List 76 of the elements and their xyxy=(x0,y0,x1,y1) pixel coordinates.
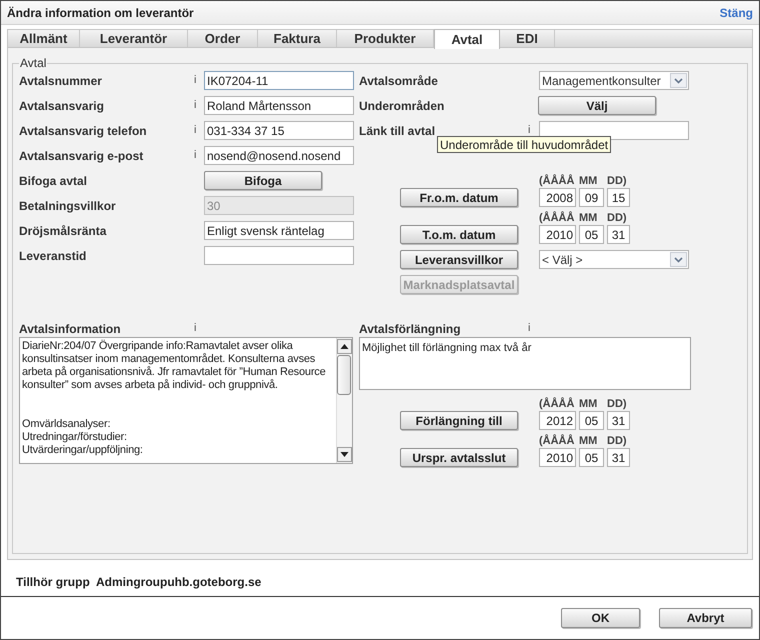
select-button[interactable]: Välj xyxy=(538,96,656,115)
info-icon[interactable]: i xyxy=(528,320,539,337)
info-icon[interactable]: i xyxy=(194,147,204,164)
field-label: Avtalsförlängning xyxy=(359,320,462,338)
input-field[interactable]: 031-334 37 15 xyxy=(204,121,354,140)
field-label: Betalningsvillkor xyxy=(19,198,117,214)
tab[interactable]: Avtal xyxy=(434,29,500,49)
group-text: Tillhör grupp Admingroupuhb.goteborg.se xyxy=(16,574,262,591)
input-field[interactable]: Enligt svensk räntelag xyxy=(204,221,354,240)
input-field[interactable]: 15 xyxy=(607,188,630,207)
field-label: Avtalsansvarig xyxy=(19,98,105,114)
date-button[interactable]: Urspr. avtalsslut xyxy=(400,448,518,467)
info-icon[interactable]: i xyxy=(194,320,204,337)
delivery-terms-button[interactable]: Leveransvillkor xyxy=(400,250,518,269)
date-format-label: DD) xyxy=(607,212,627,224)
date-format-label: MM xyxy=(579,212,598,224)
date-format-label: (ÅÅÅÅ xyxy=(539,436,576,446)
date-format-label: (ÅÅÅÅ xyxy=(539,212,576,224)
field-label: Avtalsinformation xyxy=(19,320,122,338)
field-label: Dröjsmålsränta xyxy=(19,222,108,240)
input-field[interactable]: 05 xyxy=(579,225,604,244)
input-field[interactable]: 2012 xyxy=(539,411,576,430)
input-field[interactable]: 2010 xyxy=(539,448,576,467)
field-label: Länk till avtal xyxy=(359,122,436,140)
input-field[interactable] xyxy=(204,246,354,265)
dialog-button[interactable]: Avbryt xyxy=(659,608,752,628)
dropdown[interactable]: Managementkonsulter xyxy=(539,71,689,90)
date-button[interactable]: Fr.o.m. datum xyxy=(400,188,518,207)
text-area[interactable]: Möjlighet till förlängning max två år xyxy=(359,337,691,390)
field-label: Avtalsansvarig e-post xyxy=(19,148,144,164)
dropdown[interactable]: < Välj > xyxy=(539,250,689,269)
field-label: Avtalsansvarig telefon xyxy=(19,122,148,140)
field-label: Underområden xyxy=(359,98,446,114)
date-format-label: MM xyxy=(579,176,598,186)
input-field[interactable]: 31 xyxy=(607,448,630,467)
date-format-label: DD) xyxy=(607,436,627,446)
input-field[interactable]: 2008 xyxy=(539,188,576,207)
chevron-down-icon xyxy=(670,252,687,267)
input-field[interactable]: 31 xyxy=(607,411,630,430)
date-format-label: (ÅÅÅÅ xyxy=(539,176,576,186)
input-field[interactable]: 05 xyxy=(579,411,604,430)
input-field[interactable] xyxy=(539,121,689,140)
input-field[interactable]: Roland Mårtensson xyxy=(204,96,354,115)
text-area[interactable]: DiarieNr:204/07 Övergripande info:Ramavtalet avser olika konsultinsatser inom managementområdet. Konsulterna avses arbeta på organisationsnivå. Jfr ramavtalet för ”Human Resource konsulter” som avses arbeta på individ- och gruppnivå. Omvärldsanalyser: Utredningar/förstudier: Utvärderingar/uppföljning: xyxy=(19,337,353,464)
info-icon[interactable]: i xyxy=(528,122,539,139)
input-field[interactable]: 05 xyxy=(579,448,604,467)
date-format-label: MM xyxy=(579,436,598,446)
input-field[interactable]: IK07204-11 xyxy=(204,71,354,90)
window-title: Ändra information om leverantör xyxy=(7,4,194,22)
date-format-label: (ÅÅÅÅ xyxy=(539,398,576,410)
input-field[interactable]: 2010 xyxy=(539,225,576,244)
field-label: Avtalsnummer xyxy=(19,72,103,90)
scroll-up-icon[interactable] xyxy=(337,339,352,354)
field-label: Bifoga avtal xyxy=(19,172,88,190)
date-format-label: DD) xyxy=(607,398,627,410)
scrollbar[interactable] xyxy=(336,338,352,463)
scroll-down-icon[interactable] xyxy=(337,447,352,462)
fieldset-legend: Avtal xyxy=(19,54,48,72)
info-icon[interactable]: i xyxy=(194,122,204,139)
field-label: Avtalsområde xyxy=(359,72,439,90)
date-button[interactable]: T.o.m. datum xyxy=(400,225,518,244)
date-format-label: DD) xyxy=(607,176,627,186)
input-field[interactable]: 31 xyxy=(607,225,630,244)
chevron-down-icon xyxy=(670,73,687,88)
dialog-button[interactable]: OK xyxy=(561,608,640,628)
date-format-label: MM xyxy=(579,398,598,410)
info-icon[interactable]: i xyxy=(194,97,204,114)
scrollbar-thumb[interactable] xyxy=(337,355,351,395)
info-icon[interactable]: i xyxy=(194,72,204,89)
tooltip: Underområde till huvudområdet xyxy=(437,136,612,153)
input-field[interactable]: 09 xyxy=(579,188,604,207)
close-link[interactable]: Stäng xyxy=(720,4,753,22)
attach-button[interactable]: Bifoga xyxy=(204,171,322,190)
date-button[interactable]: Förlängning till xyxy=(400,411,518,430)
input-field[interactable]: nosend@nosend.nosend xyxy=(204,146,354,165)
field-label: Leveranstid xyxy=(19,248,88,264)
